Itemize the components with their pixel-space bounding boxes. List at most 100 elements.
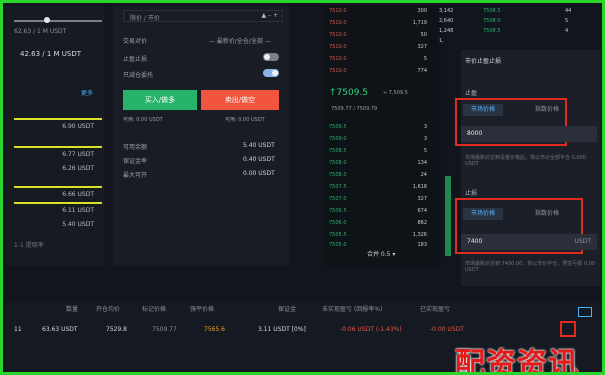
tab-market-price[interactable]: 市场价格 (463, 208, 504, 220)
bid-row[interactable]: 7505.5 1,326 (329, 232, 427, 240)
bid-price: 7507.0 (329, 196, 347, 202)
sell-short-button[interactable]: 卖出/做空 (201, 90, 279, 110)
modal-title: 市价止盈止损 (465, 58, 502, 65)
ask-row[interactable]: 7510.0 1,719 (329, 20, 427, 28)
column-header: 标记价格 (142, 306, 167, 313)
level-bar (14, 202, 102, 204)
stat-value: 0.00 USDT (243, 170, 275, 177)
bid-price: 7506.5 (329, 208, 347, 214)
position-amount: 42.63 / 1 M USDT (20, 50, 82, 58)
trade-qty: 5 (565, 18, 569, 24)
list-item: 6.11 USDT (14, 202, 102, 216)
more-link[interactable]: 更多 (81, 88, 93, 97)
stepper-icon[interactable]: ▲ – + (262, 12, 278, 19)
price-type-label: 交易对价 (123, 38, 148, 45)
ask-row[interactable]: 7510.0 50 (329, 32, 427, 40)
column-header: 未实现盈亏 (回报率%) (322, 306, 383, 313)
ask-qty: 50 (420, 32, 427, 38)
trade-price: 7508.5 (483, 8, 501, 14)
ask-qty: 5 (423, 56, 427, 62)
ask-qty: 327 (417, 44, 427, 50)
tab-index-price[interactable]: 指数价格 (527, 104, 567, 116)
list-value: 6.90 USDT (62, 123, 94, 130)
sell-available: 可用: 0.00 USDT (225, 117, 265, 123)
ask-row[interactable]: 7510.0 327 (329, 44, 427, 52)
ask-price: 7510.0 (329, 44, 347, 50)
sl-price-input[interactable]: 7400 USDT (461, 234, 597, 250)
bid-row[interactable]: 7508.0 134 (329, 160, 427, 168)
trade-price: 7508.5 (483, 28, 501, 34)
bid-qty: 327 (417, 196, 427, 202)
column-header: 开仓均价 (96, 306, 121, 313)
bid-price: 7508.0 (329, 160, 347, 166)
toggle-knob (264, 54, 270, 60)
list-value: 5.40 USDT (62, 221, 94, 228)
bid-row[interactable]: 7508.5 5 (329, 148, 427, 156)
tab-market-price[interactable]: 市场价格 (463, 104, 504, 116)
order-form: 限价 / 市价 ▲ – + 交易对价 — 最新价/全仓/全部 — 止盈止损 只减… (113, 6, 289, 266)
edit-tp-sl-highlight[interactable] (560, 321, 576, 337)
stat-label: 可用余额 (123, 144, 148, 151)
slider-handle[interactable] (44, 17, 50, 23)
reduce-only-toggle[interactable] (263, 69, 279, 77)
ask-price: 7510.0 (329, 56, 347, 62)
ask-price: 7510.0 (329, 32, 347, 38)
level-bar (14, 186, 102, 188)
order-book: 7510.0 300 7510.0 1,719 7510.0 50 7510.0 327… (323, 6, 441, 266)
buy-long-button[interactable]: 买入/做多 (123, 90, 197, 110)
tp-price-input[interactable]: 8000 (461, 126, 597, 142)
bid-qty: 3 (423, 136, 427, 142)
bid-row[interactable]: 7509.0 3 (329, 136, 427, 144)
leverage-slider[interactable] (14, 17, 102, 23)
order-type-field[interactable]: 限价 / 市价 ▲ – + (123, 10, 283, 22)
last-price: ↑7509.5 (329, 88, 369, 98)
bid-qty: 134 (417, 160, 427, 166)
bid-row[interactable]: 7506.0 862 (329, 220, 427, 228)
stat-label: 最大可开 (123, 172, 148, 179)
depth-merge-select[interactable]: 合并 0.5 ▾ (367, 249, 395, 258)
take-profit-label: 止盈 (465, 90, 478, 97)
bid-row[interactable]: 7508.0 24 (329, 172, 427, 180)
level-bar (14, 118, 102, 120)
ask-row[interactable]: 7510.0 5 (329, 56, 427, 64)
bid-row[interactable]: 7506.5 674 (329, 208, 427, 216)
bid-row[interactable]: 7507.0 327 (329, 196, 427, 204)
bid-price: 7509.0 (329, 136, 347, 142)
bid-row[interactable]: 7509.5 3 (329, 124, 427, 132)
stop-loss-label: 止损 (465, 190, 478, 197)
position-cell: 7509.77 (152, 326, 177, 333)
ask-row[interactable]: 7510.0 300 (329, 8, 427, 16)
close-position-button[interactable] (578, 307, 592, 317)
bid-row[interactable]: 7507.5 1,618 (329, 184, 427, 192)
bid-price: 7505.5 (329, 232, 347, 238)
price-type-select[interactable]: — 最新价/全仓/全部 — (209, 36, 271, 45)
bid-price: 7507.5 (329, 184, 347, 190)
bid-qty: 862 (417, 220, 427, 226)
qty: 2,640 (439, 18, 454, 24)
mark-index-price: 7509.77 / 7509.79 (331, 106, 378, 112)
tp-price-value: 8000 (467, 130, 483, 137)
ask-qty: 1,719 (412, 20, 427, 26)
list-item: 6.26 USDT (14, 160, 102, 174)
trade-qty: 4 (565, 28, 569, 34)
bid-price: 7505.0 (329, 242, 347, 248)
column-header: 已实现盈亏 (420, 306, 451, 313)
tp-sl-toggle[interactable] (263, 53, 279, 61)
qty: 1, (439, 38, 444, 44)
bid-qty: 24 (420, 172, 427, 178)
column-header: 强平价格 (190, 306, 215, 313)
depth-bar (445, 176, 451, 256)
toggle-knob (272, 70, 278, 76)
tp-hint: 市场最新价达到设置价格后，将以市价全部平仓 0.000 USDT (465, 155, 586, 167)
ask-row[interactable]: 7510.0 774 (329, 68, 427, 76)
trade-price: 7508.0 (483, 18, 501, 24)
qty: 1,248 (439, 28, 454, 34)
bid-price: 7506.0 (329, 220, 347, 226)
bid-price: 7508.5 (329, 148, 347, 154)
ask-price: 7510.0 (329, 68, 347, 74)
list-item: 5.40 USDT (14, 216, 102, 230)
tab-index-price[interactable]: 指数价格 (527, 208, 567, 220)
reduce-only-label: 只减仓委托 (123, 72, 154, 79)
list-value: 6.11 USDT (62, 207, 94, 214)
unit-label: USDT (574, 238, 592, 245)
